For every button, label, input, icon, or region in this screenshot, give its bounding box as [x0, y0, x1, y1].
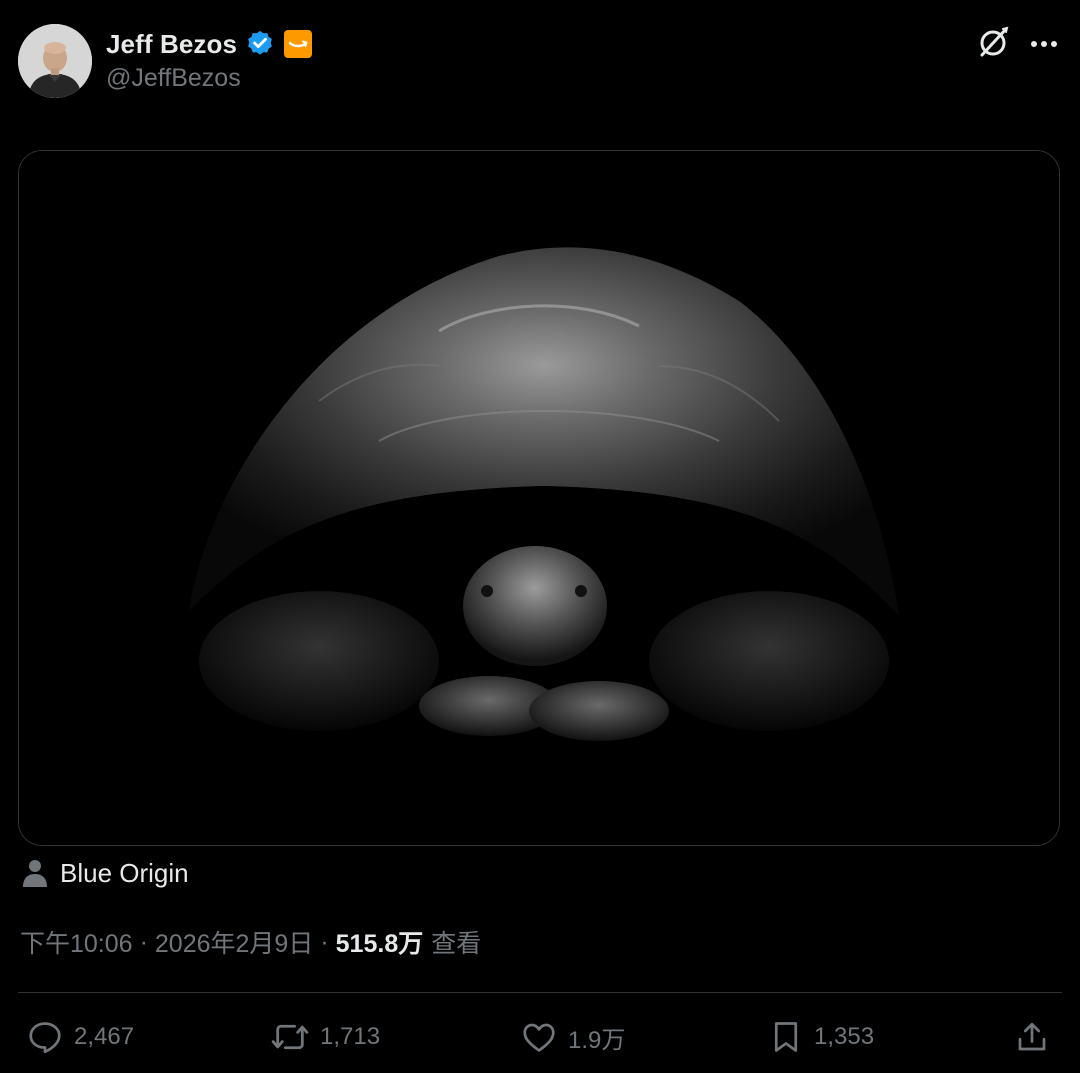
share-button[interactable] [1014, 1012, 1050, 1062]
tagged-user[interactable]: Blue Origin [22, 855, 189, 891]
bookmark-icon [774, 1022, 798, 1052]
tweet-date[interactable]: 2026年2月9日 [155, 924, 313, 960]
divider [18, 992, 1062, 993]
author-display-name[interactable]: Jeff Bezos [106, 29, 237, 60]
reply-button[interactable]: 2,467 [26, 1012, 134, 1062]
heart-icon [523, 1023, 555, 1052]
action-bar: 2,467 1,713 1.9万 1,353 [18, 1012, 1062, 1062]
share-icon [1018, 1022, 1046, 1051]
tweet-header: Jeff Bezos @JeffBezos [18, 22, 1062, 102]
bookmark-count: 1,353 [814, 1023, 875, 1050]
reply-icon [29, 1022, 61, 1054]
verified-badge-icon[interactable] [245, 29, 275, 59]
tweet-media-photo[interactable] [18, 150, 1060, 846]
tagged-user-name[interactable]: Blue Origin [60, 858, 189, 889]
tortoise-photo [19, 151, 1059, 845]
amazon-affiliate-icon[interactable] [283, 29, 313, 59]
like-button[interactable]: 1.9万 [520, 1012, 625, 1062]
like-count: 1.9万 [568, 1026, 626, 1054]
avatar-photo [18, 24, 92, 98]
repost-icon [271, 1024, 309, 1050]
grok-icon[interactable] [976, 24, 1012, 60]
reply-count: 2,467 [74, 1023, 135, 1050]
person-icon [22, 859, 48, 887]
tweet-time[interactable]: 下午10:06 [20, 924, 133, 960]
name-row: Jeff Bezos [106, 24, 313, 64]
avatar[interactable] [18, 24, 92, 98]
views-count[interactable]: 515.8万 [336, 924, 424, 960]
more-icon[interactable] [1026, 26, 1062, 58]
author-handle[interactable]: @JeffBezos [106, 64, 241, 93]
separator: · [139, 927, 148, 956]
bookmark-button[interactable]: 1,353 [768, 1012, 874, 1062]
tweet-meta: 下午10:06 · 2026年2月9日 · 515.8万 查看 [20, 922, 481, 962]
repost-count: 1,713 [320, 1023, 381, 1050]
views-label: 查看 [431, 930, 482, 958]
separator: · [320, 927, 329, 956]
repost-button[interactable]: 1,713 [270, 1012, 380, 1062]
